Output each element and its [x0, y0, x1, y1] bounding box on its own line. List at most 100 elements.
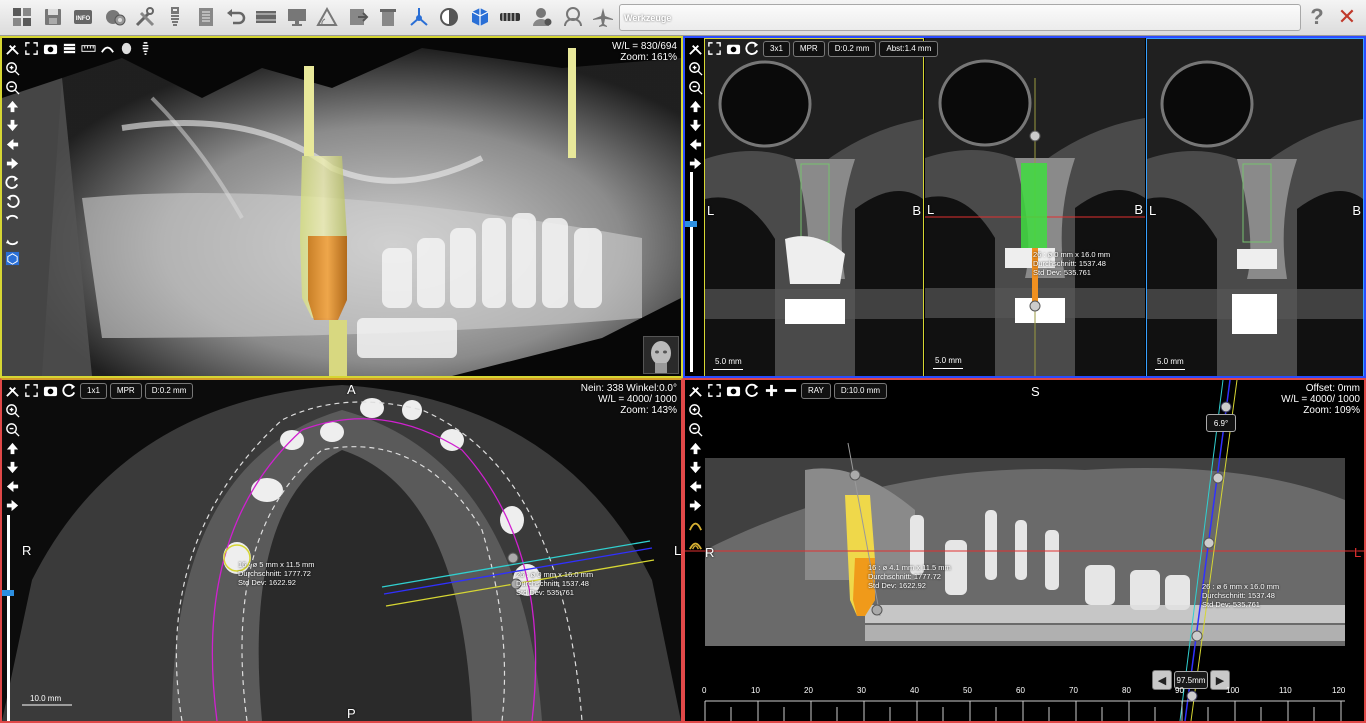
sagittal-viewport[interactable]: RAY D:10.0 mm Offset: 0mm W/L = 4000/ 10…: [683, 378, 1366, 723]
tools-icon[interactable]: [687, 41, 703, 57]
3d-view-icon[interactable]: [4, 250, 20, 266]
delete-icon[interactable]: [374, 3, 402, 31]
zoom-out-icon[interactable]: [687, 421, 703, 437]
panorama-icon[interactable]: [252, 3, 280, 31]
slice-slider-track[interactable]: [7, 515, 10, 721]
patient-icon[interactable]: [559, 3, 587, 31]
sagittal-wl: W/L = 4000/ 1000: [1281, 394, 1360, 405]
camera-icon[interactable]: [725, 383, 741, 399]
axes-icon[interactable]: [405, 3, 433, 31]
layout-chip[interactable]: 1x1: [80, 382, 107, 399]
screen-icon[interactable]: [283, 3, 311, 31]
arrow-left-icon[interactable]: [687, 478, 703, 494]
rotate-cw-icon[interactable]: [4, 193, 20, 209]
tools-icon[interactable]: [4, 41, 20, 57]
implant-icon[interactable]: [137, 41, 153, 57]
arrow-up-icon[interactable]: [687, 98, 703, 114]
slice-thickness-chip[interactable]: D:0.2 mm: [827, 40, 877, 57]
arrow-up-icon[interactable]: [687, 440, 703, 456]
cross-section-slice-1[interactable]: L B 5.0 mm: [704, 38, 924, 376]
slice-thickness-chip[interactable]: D:0.2 mm: [144, 382, 194, 399]
arch-upper-icon[interactable]: [687, 516, 703, 532]
zoom-in-icon[interactable]: [4, 402, 20, 418]
cross-section-viewport[interactable]: L B 5.0 mm L B 26: ø 0 mm x 16.0 mm Dur…: [683, 36, 1366, 378]
minus-icon[interactable]: [782, 383, 798, 399]
head-orientation-thumbnail[interactable]: [643, 336, 679, 374]
nerve-icon[interactable]: [99, 41, 115, 57]
reset-icon[interactable]: [744, 41, 760, 57]
plus-icon[interactable]: [763, 383, 779, 399]
slice-slider-thumb[interactable]: [2, 590, 14, 596]
arrow-left-icon[interactable]: [687, 136, 703, 152]
3d-icon[interactable]: [466, 3, 494, 31]
settings-icon[interactable]: [101, 3, 129, 31]
slice-spacing-chip[interactable]: Abst:1.4 mm: [879, 40, 939, 57]
arrow-right-icon[interactable]: [4, 155, 20, 171]
arrow-right-icon[interactable]: [687, 497, 703, 513]
zoom-out-icon[interactable]: [687, 79, 703, 95]
arrow-up-icon[interactable]: [4, 440, 20, 456]
save-icon[interactable]: [39, 3, 67, 31]
mpr-chip[interactable]: MPR: [109, 382, 142, 399]
ruler-icon[interactable]: [80, 41, 96, 57]
cross-section-slice-3[interactable]: L B 5.0 mm: [1146, 38, 1364, 376]
tools-icon[interactable]: [687, 383, 703, 399]
info-icon[interactable]: INFO: [69, 3, 97, 31]
ray-mode-chip[interactable]: RAY: [801, 382, 831, 399]
fullscreen-icon[interactable]: [706, 41, 722, 57]
fullscreen-icon[interactable]: [706, 383, 722, 399]
mpr-chip[interactable]: MPR: [792, 40, 825, 57]
camera-icon[interactable]: [42, 41, 58, 57]
camera-icon[interactable]: [42, 383, 58, 399]
measure-angle-icon[interactable]: [313, 3, 341, 31]
fullscreen-icon[interactable]: [23, 383, 39, 399]
panoramic-viewport[interactable]: W/L = 830/694 Zoom: 161%: [0, 36, 683, 378]
close-button[interactable]: ✕: [1334, 4, 1360, 30]
slice-slider-track[interactable]: [690, 172, 693, 372]
camera-icon[interactable]: [725, 41, 741, 57]
head-icon[interactable]: [118, 41, 134, 57]
arrow-right-icon[interactable]: [4, 497, 20, 513]
tools-icon[interactable]: [4, 383, 20, 399]
report-icon[interactable]: [192, 3, 220, 31]
arrow-down-icon[interactable]: [4, 117, 20, 133]
export-icon[interactable]: [344, 3, 372, 31]
arrow-right-icon[interactable]: [687, 155, 703, 171]
slice-slider-thumb[interactable]: [685, 221, 697, 227]
arrow-down-icon[interactable]: [687, 459, 703, 475]
axial-image: [2, 380, 681, 721]
user-settings-icon[interactable]: [528, 3, 556, 31]
undo-icon[interactable]: [222, 3, 250, 31]
axial-viewport[interactable]: 1x1 MPR D:0.2 mm Nein: 338 Winkel:0.0° W…: [0, 378, 683, 723]
layout-icon[interactable]: [8, 3, 36, 31]
arrow-down-icon[interactable]: [687, 117, 703, 133]
arrow-left-icon[interactable]: [4, 136, 20, 152]
tool-title-field[interactable]: Werkzeuge: [619, 4, 1301, 31]
zoom-out-icon[interactable]: [4, 79, 20, 95]
help-button[interactable]: ?: [1304, 4, 1330, 30]
zoom-in-icon[interactable]: [687, 60, 703, 76]
zoom-out-icon[interactable]: [4, 421, 20, 437]
arrow-down-icon[interactable]: [4, 459, 20, 475]
fullscreen-icon[interactable]: [23, 41, 39, 57]
reset-icon[interactable]: [61, 383, 77, 399]
rotate-ccw-icon[interactable]: [4, 174, 20, 190]
cross-section-slice-2[interactable]: L B 26 : ø 0 mm x 16.0 mm Durchschnitt: …: [925, 38, 1145, 376]
slab-thickness-chip[interactable]: D:10.0 mm: [833, 382, 887, 399]
reset-icon[interactable]: [744, 383, 760, 399]
contrast-icon[interactable]: [435, 3, 463, 31]
arrow-up-icon[interactable]: [4, 98, 20, 114]
zoom-in-icon[interactable]: [687, 402, 703, 418]
flip-vertical-icon[interactable]: [4, 231, 20, 247]
arch-lower-icon[interactable]: [687, 535, 703, 551]
tools-icon[interactable]: [131, 3, 159, 31]
move-left-button[interactable]: ◀: [1152, 670, 1172, 690]
flip-horizontal-icon[interactable]: [4, 212, 20, 228]
jaw-icon[interactable]: [496, 3, 524, 31]
airway-icon[interactable]: [589, 3, 617, 31]
implant-icon[interactable]: [161, 3, 189, 31]
zoom-in-icon[interactable]: [4, 60, 20, 76]
film-icon[interactable]: [61, 41, 77, 57]
layout-chip[interactable]: 3x1: [763, 40, 790, 57]
arrow-left-icon[interactable]: [4, 478, 20, 494]
